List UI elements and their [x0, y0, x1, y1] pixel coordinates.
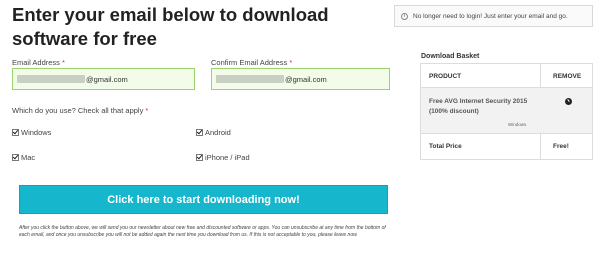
option-mac[interactable]: Mac — [12, 153, 35, 162]
col-remove: REMOVE — [553, 73, 582, 80]
login-notice: i No longer need to login! Just enter yo… — [394, 5, 593, 27]
confirm-email-label-text: Confirm Email Address — [211, 58, 288, 67]
platform-question-text: Which do you use? Check all that apply — [12, 106, 144, 115]
email-label: Email Address * — [12, 58, 65, 67]
remove-icon[interactable] — [565, 98, 572, 105]
option-label: Android — [205, 128, 231, 137]
page-title: Enter your email below to download softw… — [12, 4, 329, 49]
basket-total: Total Price Free! — [421, 134, 592, 159]
option-android[interactable]: Android — [196, 128, 231, 137]
download-basket: PRODUCT REMOVE Free AVG Internet Securit… — [420, 63, 593, 160]
option-windows[interactable]: Windows — [12, 128, 51, 137]
start-download-button[interactable]: Click here to start downloading now! — [19, 185, 388, 214]
redacted-text — [216, 75, 284, 83]
iphone-ipad-checkbox[interactable] — [196, 154, 203, 161]
redacted-text — [17, 75, 85, 83]
mac-checkbox[interactable] — [12, 154, 19, 161]
required-mark: * — [289, 58, 293, 67]
col-product: PRODUCT — [429, 73, 462, 80]
basket-header: PRODUCT REMOVE — [421, 64, 592, 88]
email-field[interactable]: @gmail.com — [12, 68, 195, 90]
email-label-text: Email Address — [12, 58, 60, 67]
basket-item-platform: Windows — [508, 122, 527, 127]
android-checkbox[interactable] — [196, 129, 203, 136]
windows-checkbox[interactable] — [12, 129, 19, 136]
confirm-email-label: Confirm Email Address * — [211, 58, 292, 67]
email-value-suffix: @gmail.com — [86, 74, 128, 84]
required-mark: * — [145, 106, 149, 115]
newsletter-disclaimer: After you click the button above, we wil… — [19, 225, 386, 239]
login-notice-text: No longer need to login! Just enter your… — [413, 12, 568, 20]
option-iphone-ipad[interactable]: iPhone / iPad — [196, 153, 250, 162]
required-mark: * — [62, 58, 65, 67]
total-value: Free! — [553, 143, 569, 150]
info-icon: i — [401, 12, 408, 20]
total-label: Total Price — [429, 143, 462, 150]
basket-item-name: Free AVG Internet Security 2015 (100% di… — [429, 98, 528, 115]
basket-title: Download Basket — [421, 53, 480, 60]
confirm-email-value-suffix: @gmail.com — [285, 74, 327, 84]
option-label: Windows — [21, 128, 52, 137]
basket-item: Free AVG Internet Security 2015 (100% di… — [421, 88, 592, 134]
platform-question: Which do you use? Check all that apply * — [12, 106, 148, 115]
option-label: Mac — [21, 153, 36, 162]
option-label: iPhone / iPad — [205, 153, 250, 162]
confirm-email-field[interactable]: @gmail.com — [211, 68, 390, 90]
